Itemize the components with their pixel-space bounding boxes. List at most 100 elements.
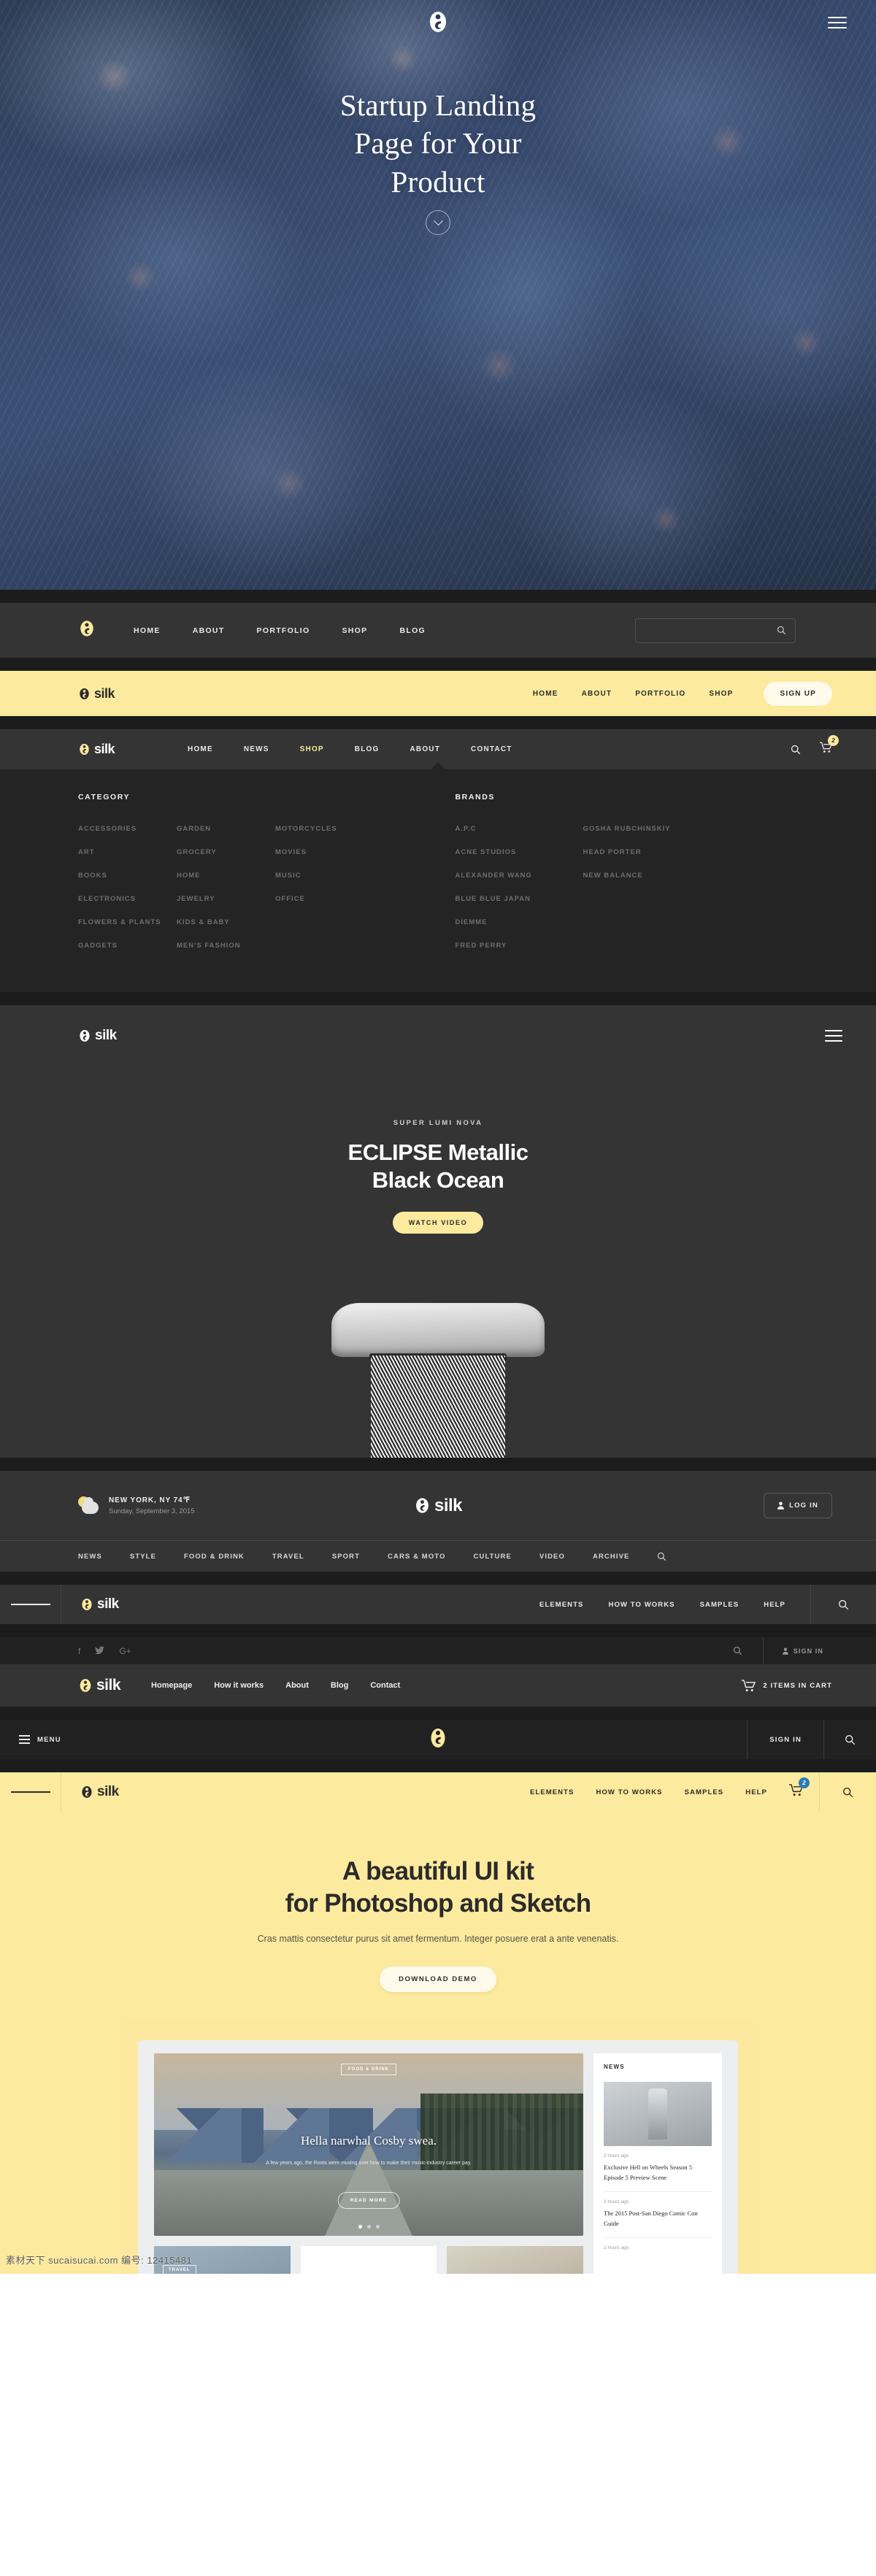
mag-nav-food-drink[interactable]: FOOD & DRINK <box>184 1553 245 1561</box>
category-item[interactable]: MOVIES <box>275 848 307 856</box>
search-button[interactable] <box>810 1585 876 1624</box>
nav-link-portfolio[interactable]: PORTFOLIO <box>257 626 310 635</box>
mag-nav-sport[interactable]: SPORT <box>332 1553 360 1561</box>
category-item[interactable]: ART <box>78 848 95 856</box>
news-title[interactable]: Exclusive Hell on Wheels Season 5 Episod… <box>604 2162 712 2183</box>
thumbnail-card[interactable] <box>300 2246 437 2275</box>
cart-icon[interactable]: 2 <box>820 735 839 757</box>
chevron-down-icon[interactable] <box>426 210 450 235</box>
mag-nav-style[interactable]: STYLE <box>130 1553 156 1561</box>
category-item[interactable]: BOOKS <box>78 872 107 880</box>
google-plus-icon[interactable]: G+ <box>119 1646 131 1656</box>
nav-link-help[interactable]: HELP <box>745 1788 767 1796</box>
signup-button[interactable]: SIGN UP <box>764 681 832 706</box>
silk-mark-icon[interactable] <box>426 10 450 34</box>
brand-item[interactable]: GOSHA RUBCHINSKIY <box>583 825 671 833</box>
twitter-icon[interactable] <box>95 1646 105 1655</box>
brand-item[interactable]: HEAD PORTER <box>583 848 642 856</box>
hamburger-icon[interactable] <box>0 1585 61 1624</box>
nav-link-how-to-works[interactable]: HOW TO WORKS <box>608 1601 675 1609</box>
mag-nav-video[interactable]: VIDEO <box>539 1553 565 1561</box>
nav-link-how-it-works[interactable]: How it works <box>214 1681 264 1690</box>
nav-link-blog[interactable]: Blog <box>331 1681 348 1690</box>
nav-link-about[interactable]: About <box>285 1681 309 1690</box>
search-button[interactable] <box>712 1637 763 1664</box>
nav-link-elements[interactable]: ELEMENTS <box>539 1601 584 1609</box>
brand-logo[interactable]: silk <box>78 1677 121 1694</box>
brand-logo[interactable]: silk <box>414 1496 463 1516</box>
mag-nav-news[interactable]: NEWS <box>78 1553 102 1561</box>
search-icon[interactable] <box>791 745 801 755</box>
thumbnail-card[interactable] <box>447 2246 584 2275</box>
brand-item[interactable]: BLUE BLUE JAPAN <box>456 895 531 903</box>
nav-link-samples[interactable]: SAMPLES <box>685 1788 724 1796</box>
category-item[interactable]: MOTORCYCLES <box>275 825 337 833</box>
menu-button[interactable]: MENU <box>0 1733 61 1746</box>
mag-nav-archive[interactable]: ARCHIVE <box>593 1553 629 1561</box>
brand-item[interactable]: ALEXANDER WANG <box>456 872 532 880</box>
facebook-icon[interactable]: f <box>78 1646 80 1656</box>
nav-link-help[interactable]: HELP <box>764 1601 785 1609</box>
nav-link-portfolio[interactable]: PORTFOLIO <box>635 690 685 698</box>
category-item[interactable]: OFFICE <box>275 895 305 903</box>
category-item[interactable]: MUSIC <box>275 872 301 880</box>
nav-link-shop[interactable]: SHOP <box>709 690 733 698</box>
nav-link-shop[interactable]: SHOP <box>300 745 324 753</box>
hamburger-icon[interactable] <box>825 1026 842 1045</box>
category-item[interactable]: HOME <box>177 872 201 880</box>
signin-button[interactable]: SIGN IN <box>747 1720 823 1759</box>
nav-link-about[interactable]: ABOUT <box>582 690 612 698</box>
cart-icon[interactable]: 2 <box>789 1777 810 1800</box>
category-item[interactable]: GADGETS <box>78 942 118 950</box>
category-item[interactable]: FLOWERS & PLANTS <box>78 918 161 926</box>
nav-link-contact[interactable]: Contact <box>370 1681 400 1690</box>
nav-link-home[interactable]: HOME <box>533 690 558 698</box>
hero-hamburger-icon[interactable] <box>828 13 847 32</box>
nav-link-elements[interactable]: ELEMENTS <box>530 1788 575 1796</box>
nav-link-about[interactable]: ABOUT <box>193 626 225 635</box>
brand-item[interactable]: NEW BALANCE <box>583 872 643 880</box>
nav-link-home[interactable]: HOME <box>134 626 161 635</box>
mockup-hero-card[interactable]: FOOD & DRINK Hella narwhal Cosby swea. A… <box>154 2053 583 2237</box>
cart-summary[interactable]: 2 ITEMS IN CART <box>742 1679 832 1692</box>
search-button[interactable] <box>823 1720 876 1759</box>
watch-video-button[interactable]: WATCH VIDEO <box>393 1211 483 1234</box>
nav-link-about[interactable]: ABOUT <box>410 745 440 753</box>
category-item[interactable]: MEN'S FASHION <box>177 942 241 950</box>
category-item[interactable]: GROCERY <box>177 848 217 856</box>
mag-nav-culture[interactable]: CULTURE <box>474 1553 512 1561</box>
category-item[interactable]: KIDS & BABY <box>177 918 230 926</box>
hamburger-icon[interactable] <box>0 1772 61 1812</box>
brand-logo[interactable]: silk <box>78 1028 117 1044</box>
category-item[interactable]: GARDEN <box>177 825 211 833</box>
silk-mark-icon[interactable] <box>429 1727 447 1753</box>
news-title[interactable]: The 2015 Post-San Diego Comic Con Guide <box>604 2208 712 2229</box>
brand-item[interactable]: DIEMME <box>456 918 488 926</box>
nav-link-shop[interactable]: SHOP <box>342 626 368 635</box>
nav-link-contact[interactable]: CONTACT <box>471 745 512 753</box>
nav-link-blog[interactable]: BLOG <box>399 626 426 635</box>
mockup-read-more-button[interactable]: READ MORE <box>337 2192 400 2210</box>
brand-item[interactable]: ACNE STUDIOS <box>456 848 517 856</box>
nav-link-blog[interactable]: BLOG <box>355 745 380 753</box>
brand-logo[interactable]: silk <box>78 686 115 701</box>
nav-link-news[interactable]: NEWS <box>244 745 269 753</box>
search-button[interactable] <box>819 1772 876 1812</box>
brand-logo[interactable]: silk <box>61 1784 119 1800</box>
category-item[interactable]: ELECTRONICS <box>78 895 136 903</box>
login-button[interactable]: LOG IN <box>764 1493 832 1518</box>
category-item[interactable]: ACCESSORIES <box>78 825 137 833</box>
silk-mark-icon[interactable] <box>78 620 96 641</box>
nav-link-homepage[interactable]: Homepage <box>151 1681 192 1690</box>
nav-link-samples[interactable]: SAMPLES <box>700 1601 739 1609</box>
nav-link-home[interactable]: HOME <box>188 745 213 753</box>
download-demo-button[interactable]: DOWNLOAD DEMO <box>380 1966 496 1993</box>
nav-link-how-to-works[interactable]: HOW TO WORKS <box>596 1788 662 1796</box>
mag-nav-cars-moto[interactable]: CARS & MOTO <box>388 1553 445 1561</box>
carousel-dots[interactable] <box>154 2225 583 2229</box>
mag-nav-travel[interactable]: TRAVEL <box>272 1553 304 1561</box>
brand-item[interactable]: FRED PERRY <box>456 942 507 950</box>
brand-logo[interactable]: silk <box>61 1596 119 1612</box>
search-icon[interactable] <box>657 1552 666 1561</box>
brand-logo[interactable]: silk <box>78 742 115 757</box>
